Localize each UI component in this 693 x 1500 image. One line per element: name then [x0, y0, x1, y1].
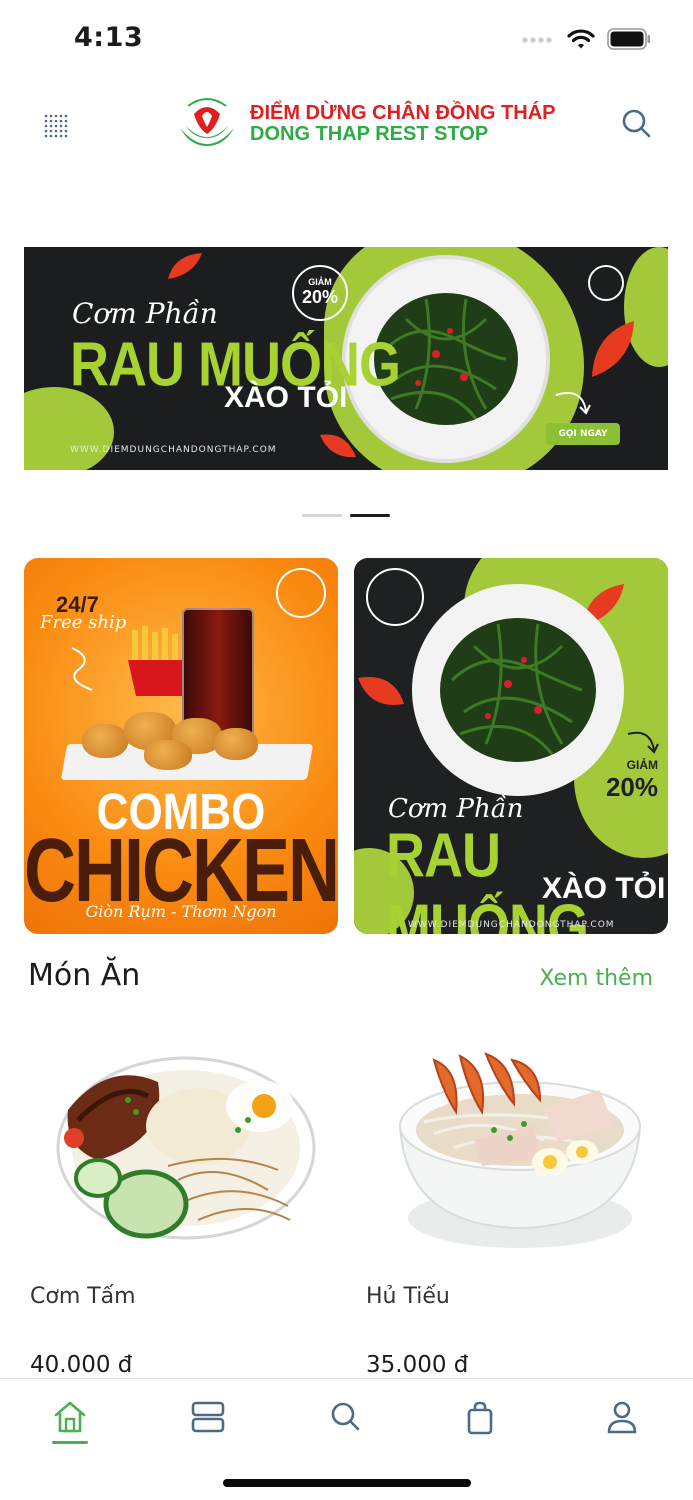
nav-home[interactable] — [46, 1393, 94, 1441]
promo-card-rau-muong[interactable]: GIẢM 20% Cơm Phần RAU MUỐNG XÀO TỎI WWW.… — [354, 558, 668, 934]
product-name: Hủ Tiếu — [366, 1284, 450, 1309]
promo-rau-url: WWW.DIEMDUNGCHANDONGTHAP.COM — [408, 920, 615, 930]
logo-line2: DONG THAP REST STOP — [250, 123, 489, 145]
chili-icon — [358, 677, 404, 705]
promo-dish-image — [412, 584, 624, 796]
banner-discount-value: 20% — [301, 287, 339, 307]
carousel-dot-active[interactable] — [350, 514, 390, 517]
promo-brand-badge — [276, 568, 326, 618]
carousel-indicator — [302, 514, 390, 517]
squiggle-arrow-icon — [71, 647, 93, 691]
menu-button[interactable] — [36, 106, 76, 146]
nugget — [82, 724, 128, 758]
nugget — [214, 728, 258, 760]
promo-discount: GIẢM 20% — [606, 758, 658, 803]
product-image-hu-tieu — [364, 1030, 664, 1260]
see-more-link[interactable]: Xem thêm — [539, 966, 653, 991]
status-time: 4:13 — [74, 22, 144, 53]
logo-text: ĐIỂM DỪNG CHÂN ĐỒNG THÁP DONG THAP REST … — [250, 103, 555, 145]
product-card[interactable]: Cơm Tấm 40.000 đ — [28, 1030, 348, 1378]
brand-logo[interactable]: ĐIỂM DỪNG CHÂN ĐỒNG THÁP DONG THAP REST … — [176, 94, 555, 154]
banner-cta-button[interactable]: GỌI NGAY — [546, 423, 620, 445]
nav-search[interactable] — [322, 1393, 370, 1441]
promo-discount-label: GIẢM — [626, 758, 658, 772]
product-price: 40.000 đ — [30, 1352, 133, 1378]
home-indicator — [223, 1479, 471, 1487]
nugget — [144, 740, 192, 770]
curved-arrow-icon — [555, 392, 591, 415]
profile-icon — [607, 1401, 637, 1434]
product-name: Cơm Tấm — [30, 1284, 136, 1309]
header-search-button[interactable] — [617, 104, 657, 144]
status-icons — [521, 28, 651, 50]
hu-tieu-bowl-icon — [398, 1052, 642, 1248]
promo-card-chicken[interactable]: 24/7 Free ship COMBO CHICKEN Giòn Rụm - … — [24, 558, 338, 934]
curved-arrow-icon — [627, 731, 659, 754]
promo-discount-value: 20% — [605, 772, 658, 802]
nav-profile[interactable] — [598, 1393, 646, 1441]
chili-icon — [592, 321, 634, 377]
search-icon — [622, 109, 651, 138]
banner-brand-badge — [588, 265, 624, 301]
banner-script: Cơm Phần — [72, 297, 218, 330]
section-title: Món Ăn — [28, 958, 141, 993]
promo-chicken-freeship: Free ship — [40, 612, 127, 633]
banner-discount-label: GIẢM — [308, 277, 332, 287]
menu-dots-icon — [44, 114, 68, 138]
bag-icon — [467, 1401, 493, 1435]
banner-subheadline: XÀO TỎI — [224, 381, 348, 414]
logo-line1: ĐIỂM DỪNG CHÂN ĐỒNG THÁP — [250, 102, 556, 124]
product-card[interactable]: Hủ Tiếu 35.000 đ — [364, 1030, 684, 1378]
status-bar: 4:13 — [0, 0, 693, 80]
greens-dish-icon — [440, 618, 596, 762]
logo-mark-icon — [180, 98, 234, 146]
carousel-dot[interactable] — [302, 514, 342, 517]
search-icon — [331, 1402, 360, 1431]
categories-icon — [191, 1401, 225, 1433]
wifi-icon — [567, 29, 595, 49]
nav-categories[interactable] — [184, 1393, 232, 1441]
com-tam-plate-icon — [56, 1056, 316, 1240]
chili-icon — [168, 253, 202, 279]
battery-icon — [607, 28, 651, 50]
product-image-com-tam — [28, 1030, 328, 1260]
promo-rau-subheadline: XÀO TỎI — [542, 872, 666, 905]
signal-icon — [522, 37, 552, 43]
hero-banner[interactable]: GIẢM 20% Cơm Phần RAU MUỐNG XÀO TỎI WWW.… — [24, 247, 668, 470]
nav-active-indicator — [52, 1441, 88, 1444]
banner-discount-badge: GIẢM 20% — [292, 265, 348, 321]
bottom-nav — [0, 1378, 693, 1500]
banner-url: WWW.DIEMDUNGCHANDONGTHAP.COM — [70, 445, 277, 455]
home-icon — [54, 1401, 86, 1433]
nav-bag[interactable] — [456, 1393, 504, 1441]
app-header: ĐIỂM DỪNG CHÂN ĐỒNG THÁP DONG THAP REST … — [0, 80, 693, 170]
product-price: 35.000 đ — [366, 1352, 469, 1378]
promo-chicken-tagline: Giòn Rụm - Thơm Ngon — [85, 902, 277, 921]
